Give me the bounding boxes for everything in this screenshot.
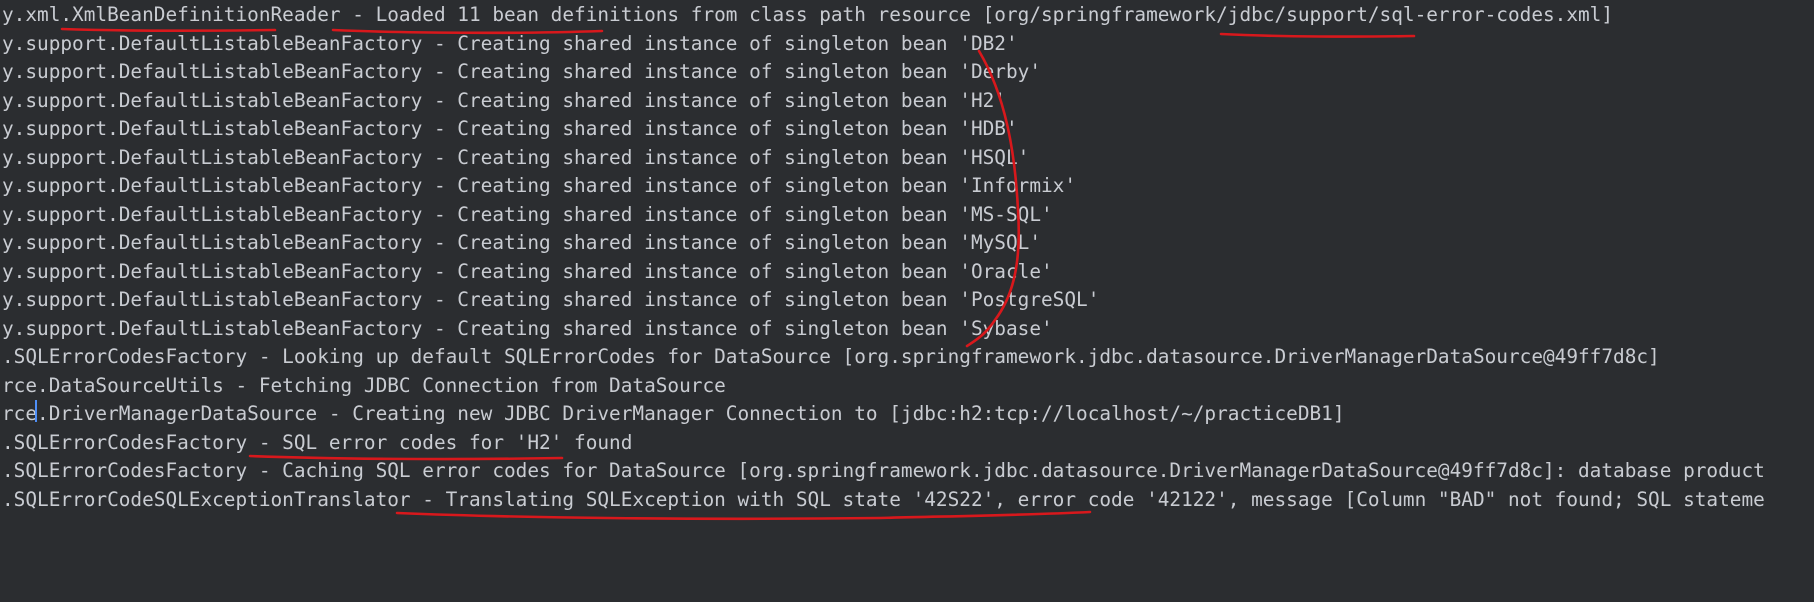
underline-sql-error-codes-xml (1219, 32, 1416, 38)
console-output[interactable]: y.xml.XmlBeanDefinitionReader - Loaded 1… (0, 0, 1814, 602)
log-line-translating-exception: .SQLErrorCodeSQLExceptionTranslator - Tr… (2, 488, 1765, 511)
text-caret (35, 400, 37, 422)
